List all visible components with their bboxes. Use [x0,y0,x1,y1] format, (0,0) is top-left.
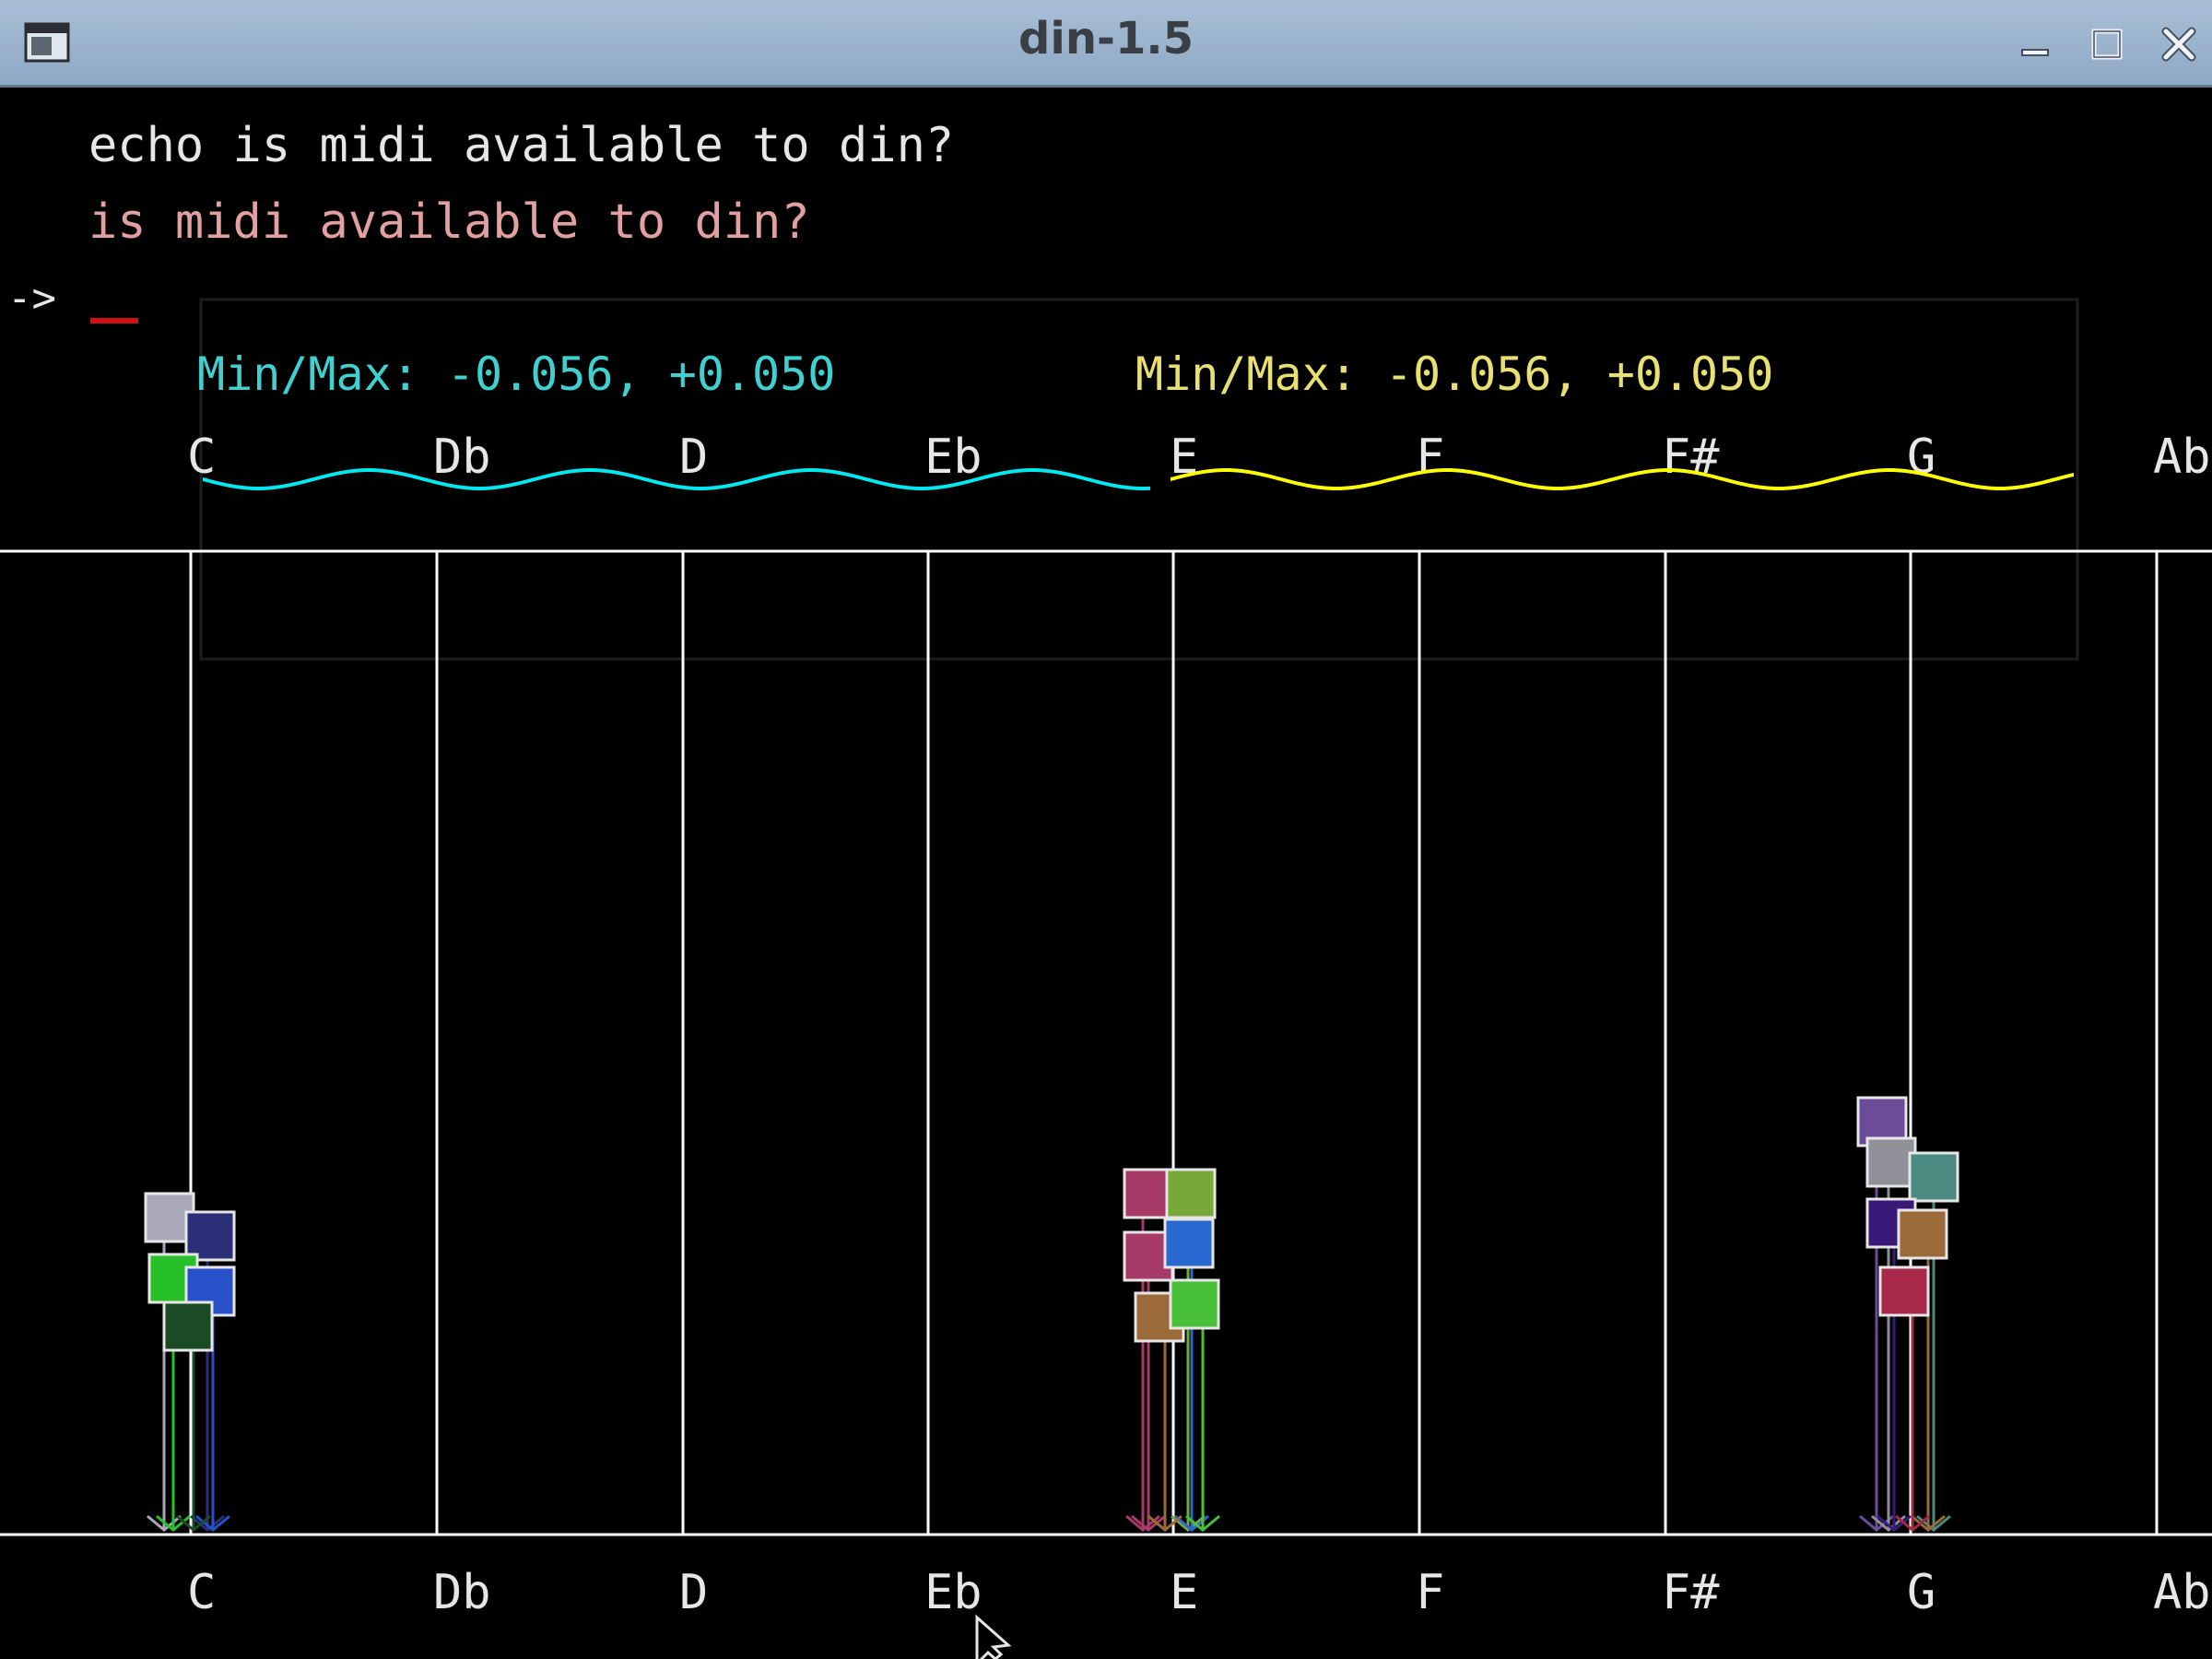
title-bar[interactable]: din-1.5 [0,0,2212,88]
drone-box[interactable] [1897,1208,1948,1260]
app-window: din-1.5 echo is midi available to din? i… [0,0,2212,1659]
waveform-note-label: Db [433,429,491,485]
note-label: Ab [2153,1565,2211,1620]
left-minmax-readout: Min/Max: -0.056, +0.050 [197,347,835,401]
drone-group-G[interactable] [1856,1096,1959,1532]
note-label: D [679,1565,708,1620]
minimize-icon[interactable] [2015,24,2055,65]
maximize-icon[interactable] [2087,24,2127,65]
waveform-note-label: Ab [2153,429,2211,485]
note-label: E [1170,1565,1198,1620]
left-channel-waveform [203,468,1150,490]
drone-box[interactable] [1169,1278,1220,1330]
console-output-line: is midi available to din? [88,194,810,250]
note-label: C [187,1565,216,1620]
note-label: F# [1662,1565,1720,1620]
drone-box[interactable] [1908,1151,1959,1203]
mouse-pointer-icon [975,1614,1012,1659]
window-title: din-1.5 [1018,13,1194,65]
right-minmax-readout: Min/Max: -0.056, +0.050 [1135,347,1773,401]
waveform-note-label: F [1416,429,1444,485]
din-canvas[interactable]: echo is midi available to din? is midi a… [0,88,2212,1659]
note-label: G [1907,1565,1936,1620]
note-label: Eb [924,1565,982,1620]
drone-box[interactable] [1878,1265,1930,1317]
console-text-cursor [90,318,138,324]
close-icon[interactable] [2159,24,2199,65]
drone-box[interactable] [1165,1168,1217,1219]
drone-box[interactable] [1163,1218,1215,1269]
note-label: Db [433,1565,491,1620]
drone-box[interactable] [184,1210,236,1262]
right-channel-waveform [1171,468,2074,490]
drone-box[interactable] [1123,1168,1174,1219]
console-prompt: -> [7,275,56,322]
console-echo-line: echo is midi available to din? [88,118,954,173]
waveform-note-label: D [679,429,708,485]
waveform-note-label: Eb [924,429,982,485]
waveform-note-label: C [187,429,216,485]
note-label: F [1416,1565,1444,1620]
drone-box[interactable] [162,1300,214,1352]
drone-box[interactable] [1865,1136,1917,1188]
